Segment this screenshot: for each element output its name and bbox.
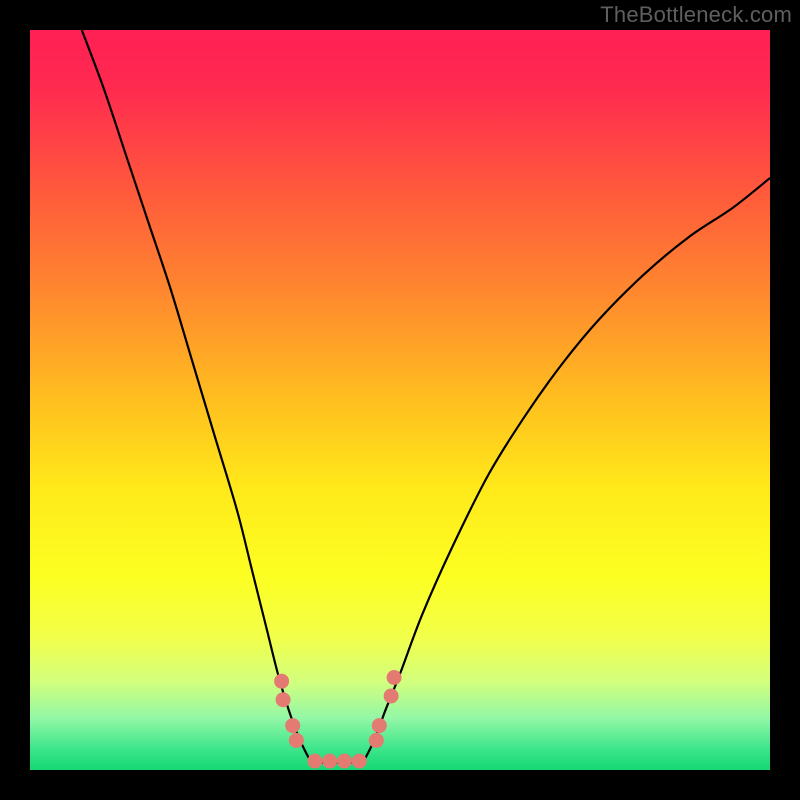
- watermark-text: TheBottleneck.com: [600, 2, 792, 28]
- marker-dot: [352, 754, 367, 769]
- marker-dot: [322, 754, 337, 769]
- chart-svg: [30, 30, 770, 770]
- marker-dot: [307, 754, 322, 769]
- outer-frame: TheBottleneck.com: [0, 0, 800, 800]
- marker-dot: [369, 733, 384, 748]
- marker-dot: [337, 754, 352, 769]
- marker-dot: [289, 733, 304, 748]
- marker-dot: [274, 674, 289, 689]
- chart-plot-area: [30, 30, 770, 770]
- marker-dot: [387, 670, 402, 685]
- marker-dot: [372, 718, 387, 733]
- chart-background: [30, 30, 770, 770]
- marker-dot: [276, 692, 291, 707]
- marker-dot: [384, 689, 399, 704]
- marker-dot: [285, 718, 300, 733]
